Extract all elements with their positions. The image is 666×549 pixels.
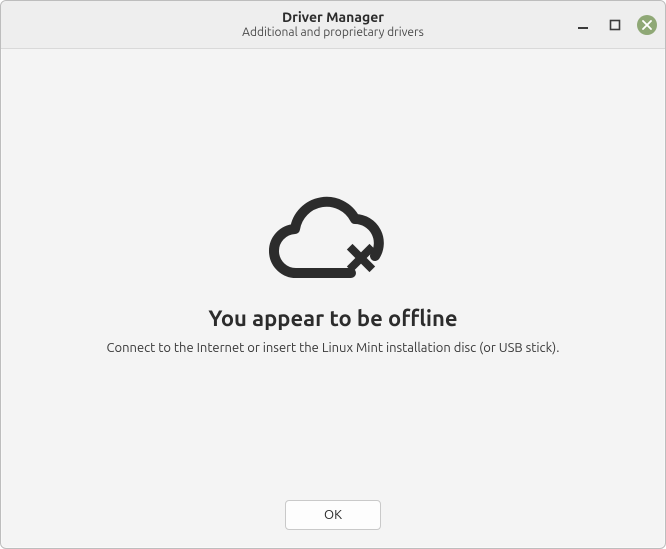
title-text-block: Driver Manager Additional and proprietar… [242, 9, 424, 40]
content-area: You appear to be offline Connect to the … [1, 49, 665, 486]
minimize-icon [577, 19, 589, 31]
window-title: Driver Manager [242, 9, 424, 26]
ok-button[interactable]: OK [285, 500, 381, 530]
offline-heading: You appear to be offline [208, 306, 457, 331]
cloud-offline-icon [263, 180, 403, 290]
window-subtitle: Additional and proprietary drivers [242, 26, 424, 40]
driver-manager-window: Driver Manager Additional and proprietar… [0, 0, 666, 549]
offline-subtext: Connect to the Internet or insert the Li… [107, 341, 560, 355]
maximize-icon [609, 19, 621, 31]
window-controls [573, 15, 657, 35]
close-button[interactable] [637, 15, 657, 35]
maximize-button[interactable] [605, 15, 625, 35]
close-icon [642, 20, 652, 30]
titlebar[interactable]: Driver Manager Additional and proprietar… [1, 1, 665, 49]
minimize-button[interactable] [573, 15, 593, 35]
footer: OK [1, 486, 665, 548]
